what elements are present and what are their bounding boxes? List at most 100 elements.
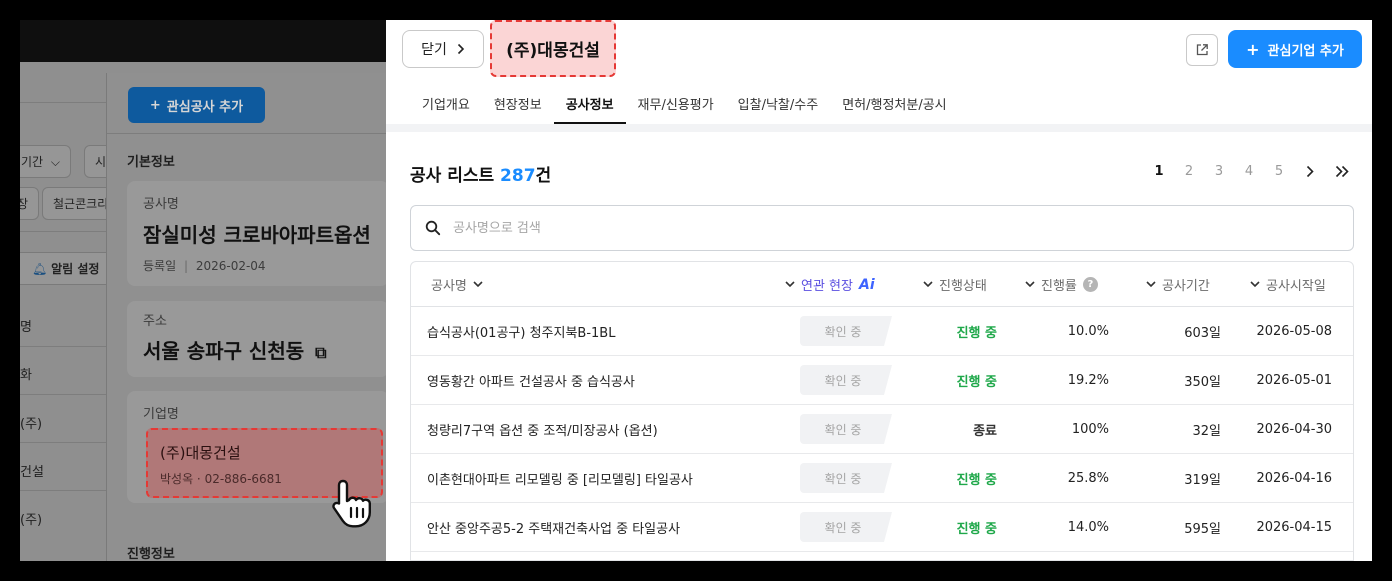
next-page-button[interactable] [1294,165,1326,178]
work-table: 공사명 연관 현장 Ai 진행상태 진행률 ? 공사기간 공사시작일 습식공사(… [410,261,1354,561]
table-row[interactable]: 이촌현대아파트 리모델링 중 [리모델링] 타일공사 확인 중 진행 중 25.… [411,454,1353,503]
page-2-button[interactable]: 2 [1174,164,1204,179]
chevron-right-icon [1306,165,1314,177]
open-external-button[interactable] [1186,34,1218,66]
chevron-down-icon [1250,281,1260,288]
background-divider [20,442,106,443]
column-label: 공사명 [431,279,467,294]
page-5-button[interactable]: 5 [1264,164,1294,179]
alert-settings-button[interactable]: 🔔︎ 알림 설정 [20,252,116,285]
column-header-start-date[interactable]: 공사시작일 [1250,262,1326,307]
tab-work-info[interactable]: 공사정보 [553,90,626,124]
plus-icon: + [149,97,161,113]
status-cell: 진행 중 [956,521,997,537]
start-date-cell: 2026-04-15 [1256,519,1332,535]
period-cell: 350일 [1184,374,1221,390]
company-title: (주)대몽건설 [490,20,616,77]
period-cell: 319일 [1184,472,1221,488]
close-button[interactable]: 닫기 [402,30,484,68]
table-body: 습식공사(01공구) 청주지북B-1BL 확인 중 진행 중 10.0% 603… [411,307,1353,552]
work-search-box[interactable] [410,205,1354,251]
related-site-status-label: 확인 중 [824,422,862,437]
tab-company-overview[interactable]: 기업개요 [410,90,482,124]
close-button-label: 닫기 [421,42,447,58]
plus-icon: + [1246,39,1260,59]
related-site-status: 확인 중 [800,316,892,346]
list-item: 명 [20,320,32,335]
filter-chip[interactable]: 장 [20,187,40,220]
start-date-cell: 2026-05-08 [1256,323,1332,339]
last-page-button[interactable] [1326,165,1358,178]
tab-license-disclosure[interactable]: 면허/행정처분/공시 [830,90,958,124]
work-name-cell[interactable]: 청량리7구역 옵션 중 조적/미장공사 (옵션) [427,405,658,453]
company-label: 기업명 [143,407,179,422]
page-4-button[interactable]: 4 [1234,164,1264,179]
period-filter-label: 기간 [21,155,44,169]
add-favorite-company-button[interactable]: + 관심기업 추가 [1228,30,1362,68]
background-divider [20,102,106,103]
period-filter[interactable]: 기간 ⌵ [20,145,72,178]
material-filter-chip[interactable]: 철근콘크리 [42,187,112,220]
filter-chip-label: 시 [95,155,107,169]
progress-cell: 25.8% [1067,470,1109,486]
tab-finance-credit[interactable]: 재무/신용평가 [626,90,726,124]
address-card: 주소 서울 송파구 신천동 ⧉ [127,301,389,377]
copy-icon[interactable]: ⧉ [315,343,326,362]
start-date-cell: 2026-05-01 [1256,372,1332,388]
list-item: (주) [20,417,43,432]
work-name-cell[interactable]: 이촌현대아파트 리모델링 중 [리모델링] 타일공사 [427,454,693,502]
table-row[interactable]: 습식공사(01공구) 청주지북B-1BL 확인 중 진행 중 10.0% 603… [411,307,1353,356]
chevron-down-icon [1025,281,1035,288]
start-date-cell: 2026-04-30 [1256,421,1332,437]
related-site-status: 확인 중 [800,365,892,395]
ai-badge: Ai [858,276,875,293]
bell-icon: 🔔︎ [32,262,48,276]
chevron-down-icon [923,281,933,288]
work-search-input[interactable] [453,220,1313,236]
search-icon [425,220,441,236]
header-divider [386,124,1372,132]
progress-cell: 100% [1071,421,1109,437]
double-chevron-right-icon [1335,165,1349,177]
list-item: 화 [20,368,32,383]
column-header-related-site[interactable]: 연관 현장 Ai [785,262,875,307]
tab-site-info[interactable]: 현장정보 [482,90,554,124]
reg-date-value: 2026-02-04 [195,259,266,273]
chevron-down-icon [1146,281,1156,288]
page-3-button[interactable]: 3 [1204,164,1234,179]
company-detail-drawer: 닫기 (주)대몽건설 + 관심기업 추가 기업개요 현장정보 공사정보 재무/신… [386,20,1372,561]
device-frame: 기간 ⌵ 시 장 철근콘크리 🔔︎ 알림 설정 명 화 (주) 건설 (주) + [0,0,1392,581]
column-header-status[interactable]: 진행상태 [923,262,987,307]
work-name-label: 공사명 [143,197,179,212]
reg-date-label: 등록일 [143,259,177,273]
work-name-cell[interactable]: 습식공사(01공구) 청주지북B-1BL [427,307,615,355]
column-label: 공사시작일 [1266,279,1326,294]
related-site-status-label: 확인 중 [824,324,862,339]
background-topbar [20,20,386,62]
column-label: 연관 현장 [801,279,853,294]
column-label: 공사기간 [1162,279,1210,294]
help-icon[interactable]: ? [1082,277,1098,292]
work-list-title: 공사 리스트 287건 [410,161,551,186]
column-header-name[interactable]: 공사명 [431,262,483,307]
table-row[interactable]: 청량리7구역 옵션 중 조적/미장공사 (옵션) 확인 중 종료 100% 32… [411,405,1353,454]
page-1-button[interactable]: 1 [1144,164,1174,179]
address-value: 서울 송파구 신천동 ⧉ [143,335,327,364]
table-row[interactable]: 영동황간 아파트 건설공사 중 습식공사 확인 중 진행 중 19.2% 350… [411,356,1353,405]
add-favorite-work-button[interactable]: + 관심공사 추가 [128,87,265,123]
chevron-right-icon [457,43,465,55]
basic-info-heading: 기본정보 [127,155,175,170]
alert-settings-label: 알림 설정 [51,262,100,276]
table-row[interactable]: 안산 중앙주공5-2 주택재건축사업 중 타일공사 확인 중 진행 중 14.0… [411,503,1353,552]
material-filter-label: 철근콘크리 [53,197,109,211]
add-favorite-company-label: 관심기업 추가 [1267,43,1344,59]
background-divider [20,394,106,395]
work-name-cell[interactable]: 영동황간 아파트 건설공사 중 습식공사 [427,356,635,404]
status-cell: 진행 중 [956,472,997,488]
column-label: 진행상태 [939,279,987,294]
column-header-period[interactable]: 공사기간 [1146,262,1210,307]
panel-divider [107,133,387,134]
column-header-progress[interactable]: 진행률 ? [1025,262,1098,307]
work-name-cell[interactable]: 안산 중앙주공5-2 주택재건축사업 중 타일공사 [427,503,680,551]
tab-bids[interactable]: 입찰/낙찰/수주 [726,90,831,124]
